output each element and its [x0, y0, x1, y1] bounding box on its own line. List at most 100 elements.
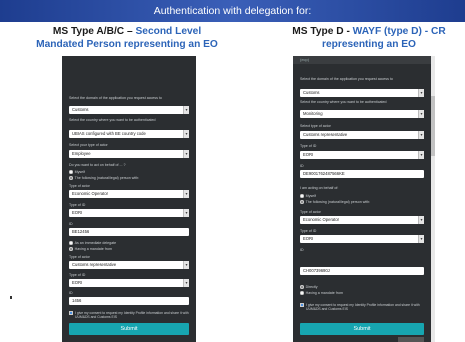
domain-select[interactable]: Customs ▾ [300, 89, 424, 97]
chevron-down-icon: ▾ [418, 151, 424, 159]
type-id-label: Type of ID [300, 144, 317, 148]
domain-select-value: Customs [72, 107, 89, 112]
radio-mandate-label: Having a mandate from [305, 291, 343, 295]
right-title-line2: representing an EO [322, 39, 416, 50]
actor-type-label: Select your type of actor [69, 143, 108, 147]
type-actor-select-value: Economic Operator [303, 217, 340, 222]
type-id2-label: Type of ID [300, 229, 317, 233]
radio-dot [300, 194, 304, 198]
type-actor2-select-value: Customs representative [72, 262, 117, 267]
type-id-select-value: EORI [72, 210, 83, 215]
radio-directly[interactable]: Directly [300, 285, 424, 290]
behalf-label: Do you want to act on behalf of ... ? [69, 163, 126, 167]
type-actor2-label: Type of actor [69, 255, 90, 259]
corner-decoration [398, 337, 424, 342]
slide-header-title: Authentication with delegation for: [153, 5, 312, 17]
type-actor2-select[interactable]: Customs representative ▾ [69, 261, 189, 269]
radio-directly-label: Directly [305, 285, 318, 289]
radio-following-label: The following (natural/legal) person wit… [74, 176, 140, 180]
chevron-down-icon: ▾ [418, 131, 424, 139]
chevron-down-icon: ▾ [418, 89, 424, 97]
submit-button[interactable]: Submit [300, 323, 424, 335]
country-label: Select the country where you want to be … [69, 118, 156, 122]
acting-label: I am acting on behalf of: [300, 186, 339, 190]
radio-mandate-label: Having a mandate from [74, 247, 112, 251]
checkbox-icon [300, 303, 304, 307]
submit-button[interactable]: Submit [69, 323, 189, 335]
consent-checkbox[interactable]: I give my consent to request my Identity… [300, 303, 424, 315]
id2-label: ID [300, 248, 304, 252]
radio-following[interactable]: The following (natural/legal) person wit… [300, 200, 424, 205]
type-actor-select-value: Economic Operator [72, 191, 109, 196]
id-label: ID [300, 164, 304, 168]
consent-text: I give my consent to request my Identity… [306, 303, 420, 311]
bullet-marker [10, 296, 12, 299]
type-id-select[interactable]: EORI ▾ [300, 151, 424, 159]
id-input-value: DE9001762487566KE [303, 171, 345, 176]
actor-type-select[interactable]: Employee ▾ [69, 150, 189, 158]
chevron-down-icon: ▾ [183, 106, 189, 114]
consent-text: I give my consent to request my Identity… [75, 311, 189, 319]
chevron-down-icon: ▾ [418, 216, 424, 224]
radio-myself-label: Myself [305, 194, 316, 198]
radio-dot [300, 285, 304, 289]
scrollbar-thumb[interactable] [431, 96, 435, 156]
radio-dot [300, 291, 304, 295]
chevron-down-icon: ▾ [183, 130, 189, 138]
radio-dot [69, 170, 73, 174]
id2-input-value: 1456 [72, 298, 82, 303]
id2-label: ID [69, 291, 73, 295]
country-label: Select the country where you want to be … [300, 100, 387, 104]
country-select[interactable]: Monitoring ▾ [300, 110, 424, 118]
scrollbar[interactable] [431, 56, 435, 342]
chevron-down-icon: ▾ [183, 279, 189, 287]
chevron-down-icon: ▾ [183, 261, 189, 269]
id-input[interactable]: DE9001762487566KE [300, 170, 424, 178]
type-actor-label: Type of actor [300, 210, 321, 214]
id-input[interactable]: BE12456 [69, 228, 189, 236]
type-id-label: Type of ID [69, 203, 86, 207]
chevron-down-icon: ▾ [183, 209, 189, 217]
radio-following[interactable]: The following (natural/legal) person wit… [69, 176, 189, 181]
actor-type-select[interactable]: Customs representative ▾ [300, 131, 424, 139]
type-id-select[interactable]: EORI ▾ [69, 209, 189, 217]
chevron-down-icon: ▾ [183, 150, 189, 158]
radio-dot [69, 241, 73, 245]
type-actor-label: Type of actor [69, 184, 90, 188]
type-id2-select[interactable]: EORI ▾ [69, 279, 189, 287]
right-column-title: MS Type D - WAYF (type D) - CR represent… [274, 25, 464, 51]
type-id2-select-value: EORI [72, 280, 83, 285]
right-form-panel: (ecp) Select the domain of the applicati… [293, 56, 431, 342]
type-actor-select[interactable]: Economic Operator ▾ [300, 216, 424, 224]
slide: Authentication with delegation for: MS T… [0, 0, 465, 342]
id2-input[interactable]: CH00739690J [300, 267, 424, 275]
radio-myself-label: Myself [74, 170, 85, 174]
type-id2-select[interactable]: EORI ▾ [300, 235, 424, 243]
left-column-title: MS Type A/B/C – Second Level Mandated Pe… [22, 25, 232, 51]
domain-label: Select the domain of the application you… [300, 77, 393, 81]
left-form-panel: Select the domain of the application you… [62, 56, 196, 342]
radio-myself[interactable]: Myself [69, 170, 189, 175]
actor-type-select-value: Customs representative [303, 132, 348, 137]
left-title-prefix: MS Type A/B/C – [52, 26, 136, 37]
radio-immediate-label: As an immediate delegate [74, 241, 117, 245]
radio-myself[interactable]: Myself [300, 194, 424, 199]
id2-input[interactable]: 1456 [69, 297, 189, 305]
actor-type-label: Select type of actor [300, 124, 331, 128]
radio-mandate[interactable]: Having a mandate from [69, 247, 189, 252]
radio-immediate[interactable]: As an immediate delegate [69, 241, 189, 246]
right-title-highlight: WAYF (type D) - CR [352, 26, 446, 37]
country-select-value: UBIAS configured with BE country code [72, 131, 146, 136]
left-title-highlight: Second Level [135, 26, 202, 37]
domain-select-value: Customs [303, 90, 320, 95]
type-actor-select[interactable]: Economic Operator ▾ [69, 190, 189, 198]
right-title-prefix: MS Type D - [292, 26, 353, 37]
id2-input-value: CH00739690J [303, 268, 330, 273]
radio-mandate[interactable]: Having a mandate from [300, 291, 424, 296]
radio-dot [69, 176, 73, 180]
chevron-down-icon: ▾ [418, 235, 424, 243]
domain-select[interactable]: Customs ▾ [69, 106, 189, 114]
radio-dot [300, 200, 304, 204]
consent-checkbox[interactable]: I give my consent to request my Identity… [69, 311, 189, 320]
country-select[interactable]: UBIAS configured with BE country code ▾ [69, 130, 189, 138]
